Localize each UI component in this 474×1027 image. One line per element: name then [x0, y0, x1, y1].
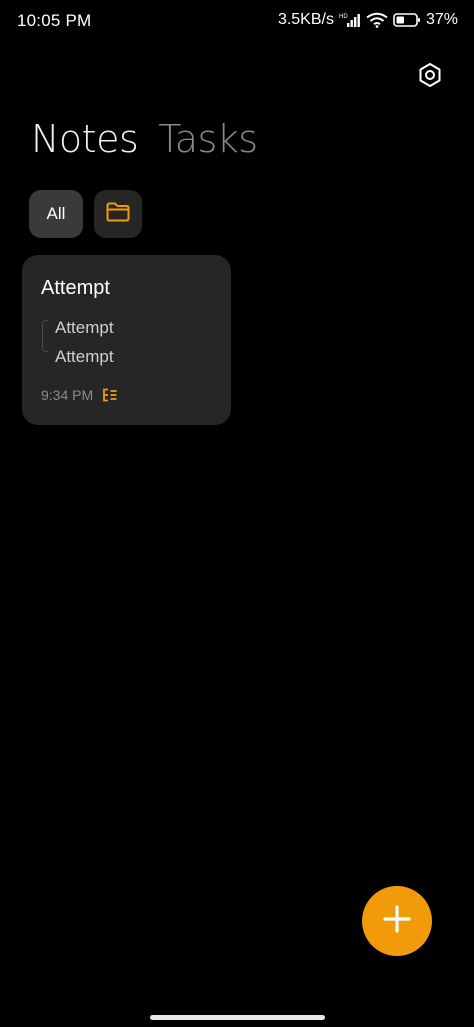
settings-button[interactable] — [415, 62, 445, 92]
note-title: Attempt — [41, 277, 110, 299]
notes-screen: 10:05 PM 3.5KB/s HD 37% Notes Tasks All … — [0, 0, 474, 1027]
tab-notes[interactable]: Notes — [31, 117, 139, 161]
status-bar: 10:05 PM 3.5KB/s HD 37% — [0, 0, 474, 42]
note-preview-line: Attempt — [55, 318, 114, 337]
home-indicator[interactable] — [150, 1015, 325, 1020]
battery-percent: 37% — [425, 11, 458, 28]
status-time: 10:05 PM — [17, 11, 92, 30]
battery-icon — [393, 12, 421, 28]
note-timestamp: 9:34 PM — [41, 387, 94, 403]
note-meta: 9:34 PM — [41, 387, 118, 403]
status-icons: 3.5KB/s HD 37% — [278, 11, 458, 29]
signal-icon: HD — [339, 12, 361, 28]
folder-filter-button[interactable] — [94, 190, 142, 238]
tab-tasks[interactable]: Tasks — [158, 117, 258, 161]
add-note-button[interactable] — [362, 886, 432, 956]
checklist-bracket — [42, 320, 48, 352]
wifi-icon — [366, 12, 388, 28]
note-card[interactable]: Attempt Attempt Attempt 9:34 PM — [22, 255, 231, 425]
plus-icon — [382, 904, 412, 939]
checklist-icon — [102, 388, 118, 402]
hd-label: HD — [339, 14, 348, 20]
network-speed: 3.5KB/s — [277, 11, 334, 28]
header-tabs: Notes Tasks — [31, 117, 258, 161]
note-preview-line: Attempt — [55, 347, 114, 366]
gear-icon — [417, 62, 443, 93]
filter-all-chip[interactable]: All — [29, 190, 83, 238]
folder-icon — [105, 201, 131, 228]
note-preview: Attempt Attempt — [42, 313, 114, 371]
